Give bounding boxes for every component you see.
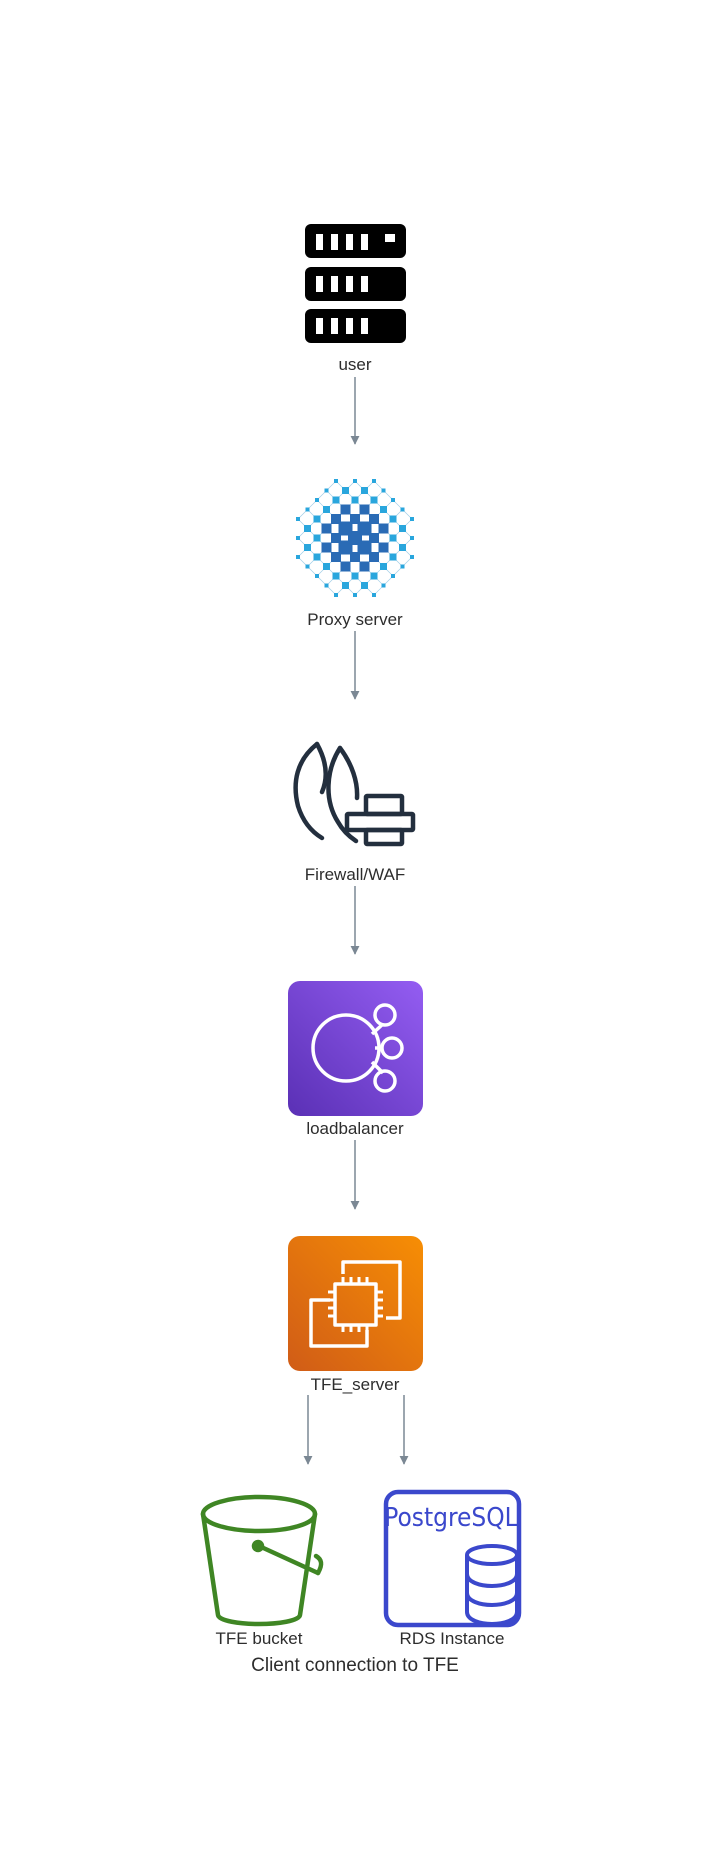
- diagram-caption: Client connection to TFE: [251, 1655, 459, 1676]
- network-globe-node: [369, 552, 379, 562]
- postgresql-icon-text: PostgreSQL: [384, 1503, 517, 1533]
- node-label-user: user: [338, 355, 371, 374]
- network-globe-node: [332, 572, 340, 580]
- network-globe-node: [399, 544, 406, 551]
- network-globe-node: [334, 593, 338, 597]
- network-globe-node: [323, 563, 330, 570]
- network-globe-node: [304, 525, 311, 532]
- network-globe-node: [321, 542, 332, 553]
- node-rds: PostgreSQL RDS Instance: [383, 1489, 522, 1648]
- network-globe-node: [380, 563, 387, 570]
- network-globe-node: [370, 496, 378, 504]
- node-label-tfe-server: TFE_server: [311, 1375, 400, 1394]
- node-tfe-bucket: TFE bucket: [200, 1494, 324, 1648]
- network-globe-icon: [296, 479, 414, 597]
- network-globe-node: [305, 564, 310, 569]
- network-globe-node: [324, 583, 329, 588]
- network-globe-node: [332, 496, 340, 504]
- network-globe-node: [361, 487, 368, 494]
- network-globe-node: [372, 479, 376, 483]
- network-globe-node: [313, 553, 321, 561]
- network-globe-node: [315, 498, 319, 502]
- network-globe-node: [313, 515, 321, 523]
- network-globe-node: [313, 534, 321, 542]
- network-globe-node: [296, 555, 300, 559]
- network-globe-node: [378, 523, 389, 534]
- node-label-firewall: Firewall/WAF: [305, 865, 405, 884]
- node-label-rds: RDS Instance: [400, 1629, 505, 1648]
- node-label-proxy: Proxy server: [307, 610, 403, 629]
- network-globe-node: [315, 574, 319, 578]
- network-globe-node: [342, 582, 349, 589]
- network-globe-node: [381, 488, 386, 493]
- network-globe-node: [342, 487, 349, 494]
- ec2-instance-icon: [288, 1236, 423, 1371]
- network-globe-node: [305, 507, 310, 512]
- s3-bucket-icon: [200, 1494, 324, 1627]
- node-label-tfe-bucket: TFE bucket: [216, 1629, 303, 1648]
- network-globe-node: [389, 515, 397, 523]
- network-globe-node: [353, 479, 357, 483]
- network-globe-node: [378, 542, 389, 553]
- load-balancer-icon: [288, 981, 423, 1116]
- network-globe-node: [370, 572, 378, 580]
- network-globe-node: [410, 536, 414, 540]
- node-loadbalancer: loadbalancer: [288, 981, 423, 1138]
- network-globe-node: [391, 574, 395, 578]
- architecture-diagram: user Proxy server Firewall/WAF loadbalan…: [200, 224, 522, 1676]
- network-globe-node: [340, 504, 351, 515]
- network-globe-node: [369, 533, 379, 543]
- network-globe-node: [323, 506, 330, 513]
- network-globe-node: [369, 514, 379, 524]
- node-user: user: [305, 224, 406, 374]
- network-globe-node: [400, 507, 405, 512]
- network-globe-node: [351, 496, 359, 504]
- network-globe-node: [389, 534, 397, 542]
- network-globe-node: [324, 488, 329, 493]
- network-globe-node: [380, 506, 387, 513]
- firewall-icon: [293, 741, 416, 847]
- server-rack-icon: [305, 224, 406, 343]
- network-globe-node: [389, 553, 397, 561]
- network-globe-node: [304, 544, 311, 551]
- node-proxy: Proxy server: [296, 479, 414, 629]
- network-globe-node: [351, 572, 359, 580]
- network-globe-node: [391, 498, 395, 502]
- network-globe-node: [361, 582, 368, 589]
- network-globe-node: [399, 525, 406, 532]
- network-globe-node: [410, 517, 414, 521]
- network-globe-node: [334, 479, 338, 483]
- network-globe-node: [372, 593, 376, 597]
- node-tfe-server: TFE_server: [288, 1236, 423, 1394]
- network-globe-node: [410, 555, 414, 559]
- network-globe-node: [381, 583, 386, 588]
- network-globe-node: [359, 561, 370, 572]
- node-firewall: Firewall/WAF: [293, 741, 416, 884]
- postgresql-icon: PostgreSQL: [383, 1489, 522, 1628]
- network-globe-node: [400, 564, 405, 569]
- network-globe-node: [353, 593, 357, 597]
- network-globe-node: [359, 504, 370, 515]
- node-label-loadbalancer: loadbalancer: [306, 1119, 404, 1138]
- network-globe-node: [296, 536, 300, 540]
- network-globe-node: [296, 517, 300, 521]
- network-globe-node: [340, 561, 351, 572]
- network-globe-node: [321, 523, 332, 534]
